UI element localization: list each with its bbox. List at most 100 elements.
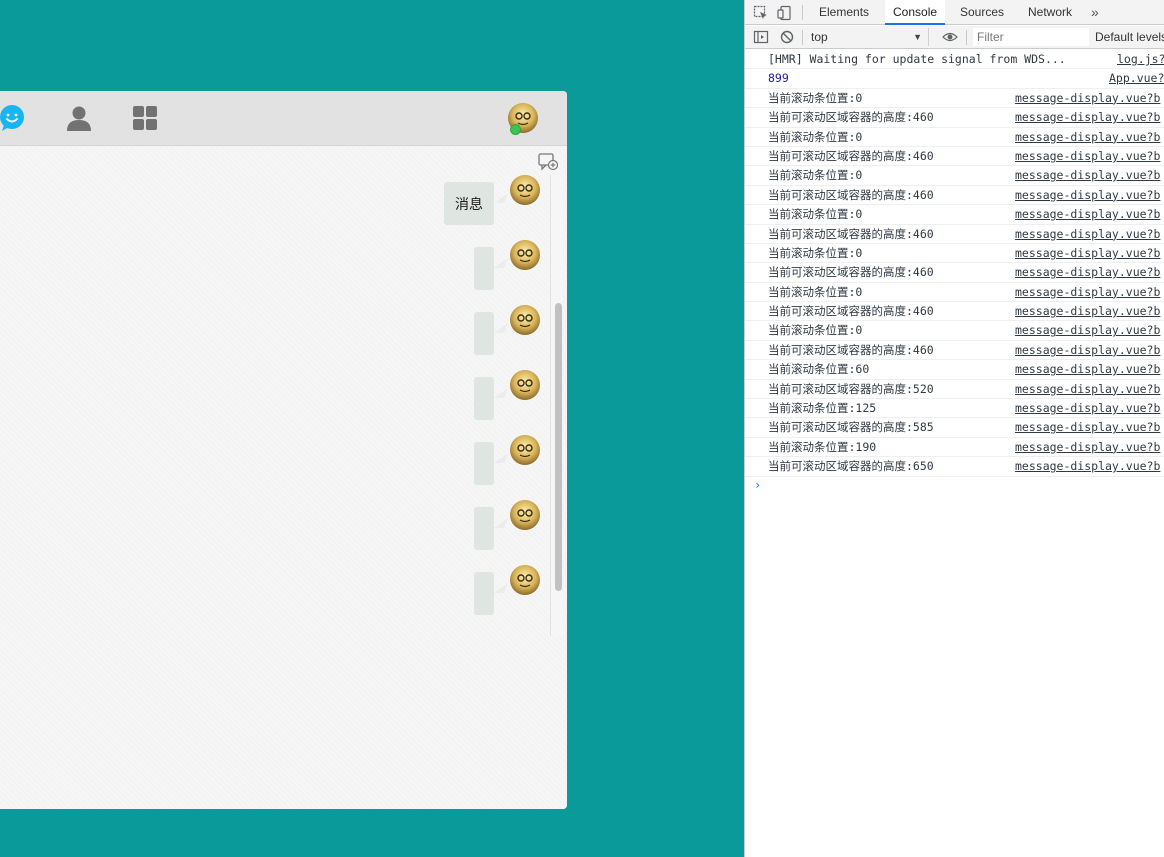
log-source-link[interactable]: message-display.vue?b: [1015, 341, 1160, 360]
app-header: [0, 91, 567, 146]
console-log-row: [HMR] Waiting for update signal from WDS…: [745, 50, 1164, 70]
log-source-link[interactable]: message-display.vue?b: [1015, 457, 1160, 476]
message-row: [0, 500, 558, 560]
log-source-link[interactable]: message-display.vue?b: [1015, 283, 1160, 302]
live-expression-eye-icon[interactable]: [942, 29, 958, 45]
console-log-row: 当前可滚动区域容器的高度:460 message-display.vue?b: [745, 108, 1164, 128]
tab-elements[interactable]: Elements: [811, 0, 877, 25]
log-message: 当前可滚动区域容器的高度:460: [768, 265, 934, 280]
toolbar-separator: [966, 30, 967, 45]
message-bubble[interactable]: [474, 507, 494, 550]
chevron-down-icon: ▼: [913, 32, 922, 42]
console-log-row: 当前滚动条位置:0 message-display.vue?b: [745, 166, 1164, 186]
log-source-link[interactable]: message-display.vue?b: [1015, 128, 1160, 147]
console-log-row: 当前滚动条位置:0 message-display.vue?b: [745, 283, 1164, 303]
log-source-link[interactable]: App.vue?: [1109, 69, 1164, 88]
log-source-link[interactable]: message-display.vue?b: [1015, 321, 1160, 340]
console-log-row: 当前可滚动区域容器的高度:460 message-display.vue?b: [745, 186, 1164, 206]
bubble-tail: [494, 451, 508, 465]
log-message: 当前可滚动区域容器的高度:460: [768, 187, 934, 202]
sender-avatar[interactable]: [510, 175, 540, 205]
sender-avatar[interactable]: [510, 500, 540, 530]
log-source-link[interactable]: message-display.vue?b: [1015, 263, 1160, 282]
message-scrollbar[interactable]: [550, 175, 562, 636]
log-message: 当前可滚动区域容器的高度:460: [768, 226, 934, 241]
message-bubble[interactable]: [474, 247, 494, 290]
log-source-link[interactable]: message-display.vue?b: [1015, 225, 1160, 244]
console-log-row: 当前滚动条位置:0 message-display.vue?b: [745, 205, 1164, 225]
scrollbar-thumb[interactable]: [555, 303, 562, 591]
message-row: [0, 565, 558, 625]
log-source-link[interactable]: message-display.vue?b: [1015, 147, 1160, 166]
message-bubble[interactable]: [474, 377, 494, 420]
log-message: 899: [768, 71, 789, 86]
console-prompt[interactable]: ›: [754, 478, 761, 492]
message-bubble[interactable]: 消息: [444, 182, 494, 225]
console-log-row: 当前可滚动区域容器的高度:460 message-display.vue?b: [745, 225, 1164, 244]
console-output[interactable]: [HMR] Waiting for update signal from WDS…: [745, 50, 1164, 857]
clear-console-icon[interactable]: [779, 29, 795, 45]
log-source-link[interactable]: message-display.vue?b: [1015, 302, 1160, 321]
log-source-link[interactable]: message-display.vue?b: [1015, 380, 1160, 399]
log-message: 当前滚动条位置:125: [768, 401, 877, 416]
log-message: 当前滚动条位置:60: [768, 362, 870, 377]
tab-network[interactable]: Network: [1020, 0, 1080, 25]
bubble-tail: [494, 516, 508, 530]
console-log-row: 当前可滚动区域容器的高度:520 message-display.vue?b: [745, 380, 1164, 400]
log-message: [HMR] Waiting for update signal from WDS…: [768, 52, 1066, 66]
device-toolbar-icon[interactable]: [777, 5, 793, 21]
more-tabs-button[interactable]: »: [1091, 0, 1099, 25]
log-message: 当前滚动条位置:0: [768, 245, 863, 260]
tab-console[interactable]: Console: [885, 0, 946, 25]
message-bubble[interactable]: [474, 572, 494, 615]
log-source-link[interactable]: message-display.vue?b: [1015, 360, 1160, 379]
log-message: 当前滚动条位置:0: [768, 129, 863, 144]
console-log-row: 当前滚动条位置:0 message-display.vue?b: [745, 244, 1164, 264]
console-log-row: 当前可滚动区域容器的高度:650 message-display.vue?b: [745, 457, 1164, 477]
inspect-element-icon[interactable]: [753, 5, 769, 21]
log-source-link[interactable]: message-display.vue?b: [1015, 108, 1160, 127]
sender-avatar[interactable]: [510, 240, 540, 270]
log-source-link[interactable]: message-display.vue?b: [1015, 418, 1160, 437]
log-message: 当前滚动条位置:190: [768, 439, 877, 454]
log-levels-dropdown[interactable]: Default levels: [1095, 28, 1164, 46]
bubble-tail: [494, 256, 508, 270]
context-value: top: [811, 30, 828, 44]
console-log-row: 当前可滚动区域容器的高度:585 message-display.vue?b: [745, 418, 1164, 438]
apps-grid-icon[interactable]: [130, 103, 160, 133]
log-source-link[interactable]: message-display.vue?b: [1015, 186, 1160, 205]
console-log-row: 当前滚动条位置:0 message-display.vue?b: [745, 321, 1164, 341]
console-log-row: 当前滚动条位置:0 message-display.vue?b: [745, 89, 1164, 109]
online-status-indicator: [510, 124, 521, 135]
log-message: 当前滚动条位置:0: [768, 207, 863, 222]
bubble-tail: [494, 191, 508, 205]
chat-app-window: 消息: [0, 91, 567, 809]
sender-avatar[interactable]: [510, 435, 540, 465]
contact-person-icon[interactable]: [64, 103, 94, 133]
log-message: 当前可滚动区域容器的高度:460: [768, 304, 934, 319]
sender-avatar[interactable]: [510, 305, 540, 335]
console-log-row: 当前滚动条位置:60 message-display.vue?b: [745, 360, 1164, 380]
context-selector[interactable]: top ▼: [807, 28, 929, 46]
log-message: 当前滚动条位置:0: [768, 284, 863, 299]
message-list[interactable]: 消息: [0, 175, 558, 636]
console-log-row: 当前可滚动区域容器的高度:460 message-display.vue?b: [745, 341, 1164, 361]
log-source-link[interactable]: message-display.vue?b: [1015, 438, 1160, 457]
tab-sources[interactable]: Sources: [952, 0, 1012, 25]
log-source-link[interactable]: message-display.vue?b: [1015, 399, 1160, 418]
log-source-link[interactable]: log.js?: [1117, 50, 1164, 69]
filter-input[interactable]: [973, 28, 1089, 46]
chat-bubble-icon[interactable]: [0, 103, 27, 133]
message-bubble[interactable]: [474, 442, 494, 485]
log-source-link[interactable]: message-display.vue?b: [1015, 89, 1160, 108]
log-source-link[interactable]: message-display.vue?b: [1015, 244, 1160, 263]
log-source-link[interactable]: message-display.vue?b: [1015, 205, 1160, 224]
sender-avatar[interactable]: [510, 370, 540, 400]
sender-avatar[interactable]: [510, 565, 540, 595]
console-log-row: 当前滚动条位置:125 message-display.vue?b: [745, 399, 1164, 419]
log-message: 当前可滚动区域容器的高度:585: [768, 420, 934, 435]
show-sidebar-icon[interactable]: [753, 29, 769, 45]
new-message-icon[interactable]: [538, 153, 559, 171]
message-bubble[interactable]: [474, 312, 494, 355]
log-source-link[interactable]: message-display.vue?b: [1015, 166, 1160, 185]
